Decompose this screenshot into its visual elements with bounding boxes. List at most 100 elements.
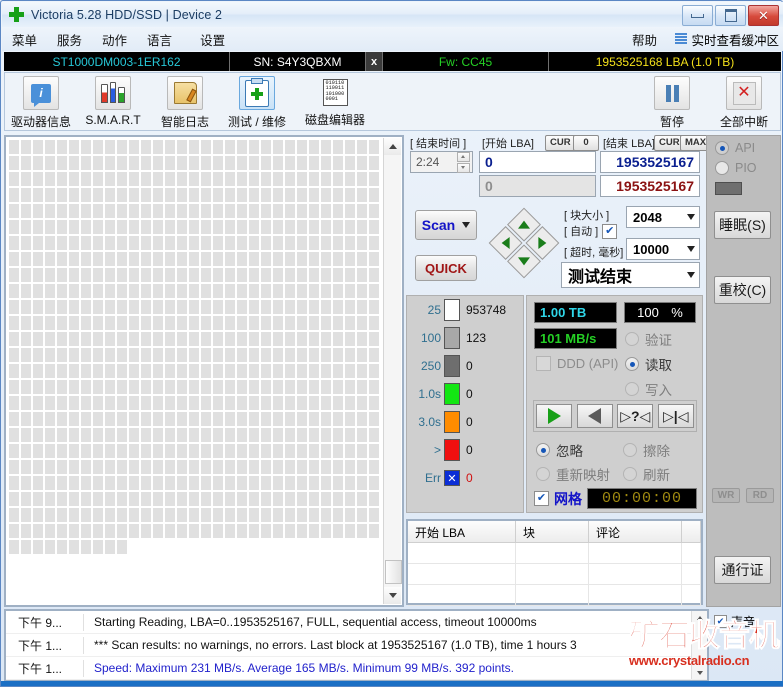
api-radio[interactable]: [715, 141, 729, 155]
scroll-down-icon[interactable]: [384, 587, 401, 604]
defect-refresh-radio[interactable]: [623, 467, 637, 481]
ddd-api-checkbox[interactable]: [536, 356, 551, 371]
scan-block: [273, 396, 283, 410]
direction-pad-icon[interactable]: [488, 207, 560, 279]
mode-write-radio[interactable]: [625, 382, 639, 396]
scan-block: [249, 348, 259, 362]
toolbar-button-drive-info[interactable]: i 驱动器信息: [5, 76, 77, 130]
start-lba-input[interactable]: 0: [479, 151, 596, 173]
log-scroll-up-icon[interactable]: [692, 611, 707, 625]
seek-end-icon[interactable]: ▷|◁: [657, 404, 694, 428]
scan-block: [105, 316, 115, 330]
scan-block: [249, 444, 259, 458]
sleep-button[interactable]: 睡眠(S): [714, 211, 771, 239]
scan-block: [141, 524, 151, 538]
defect-ignore-radio[interactable]: [536, 443, 550, 457]
defect-action-refresh[interactable]: 刷新: [623, 464, 670, 484]
scan-map-blocks[interactable]: [8, 139, 383, 603]
close-button[interactable]: ✕: [748, 5, 779, 26]
defect-erase-radio[interactable]: [623, 443, 637, 457]
toolbar-button-pause[interactable]: 暂停: [636, 76, 708, 130]
scan-block: [369, 444, 379, 458]
sound-checkbox[interactable]: ✔: [714, 615, 727, 628]
toolbar-button-smart-log[interactable]: 智能日志: [149, 76, 221, 130]
scan-block: [213, 252, 223, 266]
log-panel[interactable]: 下午 9... Starting Reading, LBA=0..19535251…: [4, 609, 709, 681]
recalibrate-button[interactable]: 重校(C): [714, 276, 771, 304]
interface-pio-option[interactable]: PIO: [715, 161, 757, 175]
mode-read-option[interactable]: 读取: [625, 354, 672, 374]
scan-map[interactable]: [4, 135, 404, 607]
log-scroll-down-icon[interactable]: [692, 665, 707, 679]
end-time-spinner[interactable]: [457, 151, 470, 173]
defect-action-remap[interactable]: 重新映射: [536, 464, 610, 484]
menu-item-help[interactable]: 帮助: [622, 27, 667, 52]
toolbar-button-smart[interactable]: S.M.A.R.T: [77, 76, 149, 130]
toolbar-button-test-repair[interactable]: 测试 / 维修: [221, 76, 293, 130]
menu-item-menu[interactable]: 菜单: [2, 27, 47, 52]
minimize-button[interactable]: [682, 5, 713, 26]
quick-button[interactable]: QUICK: [415, 255, 477, 281]
defect-col-extra: [682, 521, 701, 542]
scan-button[interactable]: Scan: [415, 210, 477, 240]
scan-block: [33, 188, 43, 202]
scan-block: [129, 396, 139, 410]
scan-block: [129, 428, 139, 442]
sound-option[interactable]: ✔ 声音: [714, 613, 781, 630]
timeout-select[interactable]: 10000: [626, 238, 700, 260]
defect-action-erase[interactable]: 擦除: [623, 440, 670, 460]
table-row[interactable]: [408, 564, 701, 585]
scroll-up-icon[interactable]: [384, 138, 401, 155]
start-lba-cur-button[interactable]: CUR: [545, 134, 576, 151]
scan-block: [369, 364, 379, 378]
maximize-button[interactable]: [715, 5, 746, 26]
table-row[interactable]: [408, 543, 701, 564]
scan-block: [333, 476, 343, 490]
scrollbar-thumb[interactable]: [385, 560, 402, 584]
stat-threshold-label: Err: [425, 471, 441, 485]
log-entry[interactable]: 下午 9... Starting Reading, LBA=0..19535251…: [6, 611, 707, 634]
grid-checkbox[interactable]: ✔: [534, 491, 549, 506]
interface-api-option[interactable]: API: [715, 141, 755, 155]
menu-item-language[interactable]: 语言: [137, 27, 182, 52]
passport-button[interactable]: 通行证: [714, 556, 771, 584]
scan-block: [117, 332, 127, 346]
ddd-api-option[interactable]: DDD (API): [536, 356, 618, 371]
log-scrollbar[interactable]: [691, 611, 707, 679]
log-entry[interactable]: 下午 1... Speed: Maximum 231 MB/s. Average …: [6, 657, 707, 680]
auto-checkbox[interactable]: ✔: [602, 223, 618, 239]
scan-map-scrollbar[interactable]: [383, 138, 402, 604]
menu-item-service[interactable]: 服务: [47, 27, 92, 52]
table-row[interactable]: [408, 585, 701, 606]
mode-verify-option[interactable]: 验证: [625, 329, 672, 349]
start-lba-zero-button[interactable]: 0: [573, 134, 599, 151]
scan-block: [9, 252, 19, 266]
scan-block: [21, 380, 31, 394]
seek-question-icon[interactable]: ▷?◁: [617, 404, 654, 428]
defect-action-ignore[interactable]: 忽略: [536, 440, 583, 460]
toolbar-button-stop-all[interactable]: ✕ 全部中断: [708, 76, 780, 130]
scan-block: [369, 236, 379, 250]
defect-table[interactable]: 开始 LBA 块 评论: [406, 519, 703, 606]
play-reverse-icon[interactable]: [576, 404, 613, 428]
defect-remap-radio[interactable]: [536, 467, 550, 481]
end-time-field[interactable]: 2:24: [410, 151, 473, 173]
block-size-select[interactable]: 2048: [626, 206, 700, 228]
scan-block: [285, 236, 295, 250]
pio-radio[interactable]: [715, 161, 729, 175]
menu-item-action[interactable]: 动作: [92, 27, 137, 52]
scan-block: [129, 524, 139, 538]
scan-action-select[interactable]: 测试结束: [561, 262, 700, 288]
end-lba-input[interactable]: 1953525167: [600, 151, 700, 173]
scan-block: [261, 332, 271, 346]
scan-block: [261, 284, 271, 298]
play-icon[interactable]: [536, 404, 573, 428]
mode-verify-radio[interactable]: [625, 332, 639, 346]
log-entry[interactable]: 下午 1... *** Scan results: no warnings, no…: [6, 634, 707, 657]
mode-write-option[interactable]: 写入: [625, 379, 672, 399]
clear-serial-button[interactable]: x: [366, 52, 383, 71]
mode-read-radio[interactable]: [625, 357, 639, 371]
realtime-buffer-view[interactable]: 实时查看缓冲区: [675, 27, 779, 51]
menu-item-settings[interactable]: 设置: [190, 27, 235, 52]
toolbar-button-disk-editor[interactable]: 010110 110011 101000 0001 磁盘编辑器: [293, 76, 377, 130]
